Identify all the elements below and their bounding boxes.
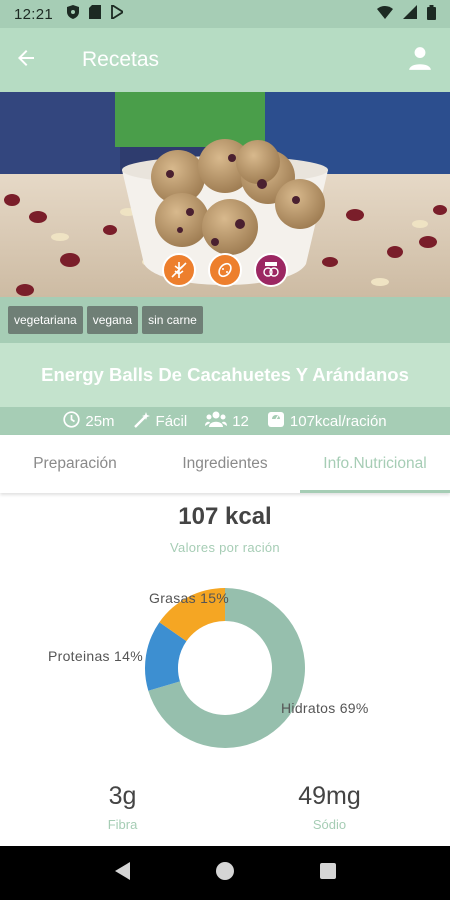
label-hidratos: Hidratos 69% <box>281 700 369 716</box>
shield-icon <box>67 5 80 23</box>
recipe-meta: 25m Fácil 12 107kcal/ración <box>0 407 450 435</box>
tag-chip[interactable]: vegana <box>86 306 139 334</box>
battery-icon <box>427 4 436 24</box>
tab-preparacion[interactable]: Preparación <box>0 435 150 493</box>
stat-fibra-label: Fibra <box>107 817 138 832</box>
nav-back-button[interactable] <box>102 853 142 893</box>
label-proteinas: Proteinas 14% <box>48 648 143 664</box>
meta-calories-value: 107kcal/ración <box>289 412 387 430</box>
app-bar: Recetas <box>0 28 450 92</box>
kcal-total: 107 kcal <box>178 503 272 530</box>
tab-info-nutricional[interactable]: Info.Nutricional <box>300 435 450 493</box>
status-time: 12:21 <box>14 5 54 23</box>
tab-ingredientes[interactable]: Ingredientes <box>150 435 300 493</box>
per-serving-label: Valores por ración <box>170 540 280 555</box>
meta-servings-value: 12 <box>232 412 249 430</box>
meta-time: 25m <box>63 410 115 432</box>
diet-badges <box>0 253 450 287</box>
nav-recents-button[interactable] <box>308 853 348 893</box>
stat-fibra-value: 3g <box>108 782 137 810</box>
person-icon <box>407 45 433 76</box>
allergen-icon <box>254 253 288 287</box>
square-recents-icon <box>319 862 337 885</box>
tag-chip[interactable]: vegetariana <box>8 306 83 334</box>
macro-donut-chart: Grasas 15% Proteinas 14% Hidratos 69% <box>0 568 450 768</box>
meta-difficulty: Fácil <box>133 411 188 432</box>
triangle-back-icon <box>113 861 131 886</box>
arrow-left-icon <box>14 46 38 75</box>
sd-card-icon <box>89 5 102 23</box>
stat-fibra: 3g Fibra <box>10 782 235 832</box>
signal-icon <box>403 5 417 23</box>
meta-time-value: 25m <box>85 412 115 430</box>
meta-servings: 12 <box>205 411 249 431</box>
circle-home-icon <box>215 861 235 886</box>
clock-icon <box>63 410 81 432</box>
gluten-free-icon <box>162 253 196 287</box>
back-button[interactable] <box>4 38 48 82</box>
recipe-hero-image <box>0 92 450 297</box>
wifi-icon <box>377 5 393 23</box>
recipe-tabs: Preparación Ingredientes Info.Nutriciona… <box>0 435 450 493</box>
system-nav-bar <box>0 846 450 900</box>
app-title: Recetas <box>82 48 160 71</box>
meta-calories: 107kcal/ración <box>267 411 387 432</box>
stat-sodio-label: Sódio <box>312 817 347 832</box>
magic-wand-icon <box>133 411 151 432</box>
tag-chip[interactable]: sin carne <box>142 306 203 334</box>
tags-row: vegetariana vegana sin carne <box>0 297 450 343</box>
scale-icon <box>267 411 285 432</box>
profile-button[interactable] <box>398 38 442 82</box>
stat-sodio-value: 49mg <box>298 782 361 810</box>
play-store-icon <box>111 3 125 23</box>
status-bar: 12:21 <box>0 0 450 28</box>
nuts-icon <box>208 253 242 287</box>
recipe-title-band: Energy Balls De Cacahuetes Y Arándanos <box>0 343 450 407</box>
label-grasas: Grasas 15% <box>149 590 230 606</box>
people-icon <box>205 411 228 431</box>
stat-sodio: 49mg Sódio <box>217 782 442 832</box>
nav-home-button[interactable] <box>205 853 245 893</box>
recipe-title: Energy Balls De Cacahuetes Y Arándanos <box>41 364 409 385</box>
meta-difficulty-value: Fácil <box>155 412 188 430</box>
